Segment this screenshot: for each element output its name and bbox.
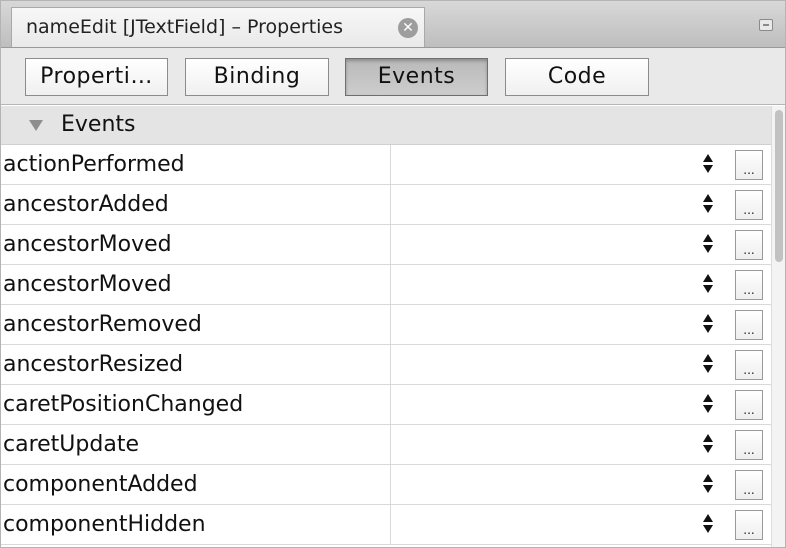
event-handler-field[interactable]: ... <box>391 505 763 544</box>
events-button[interactable]: Events <box>345 58 488 96</box>
event-handler-field[interactable]: ... <box>391 465 763 504</box>
event-name: caretPositionChanged <box>1 385 391 424</box>
up-down-arrows-icon[interactable] <box>701 272 715 296</box>
up-down-arrows-icon[interactable] <box>701 392 715 416</box>
event-name: ancestorAdded <box>1 185 391 224</box>
maximize-icon[interactable] <box>759 19 773 31</box>
event-handler-field[interactable]: ... <box>391 385 763 424</box>
close-icon[interactable]: ✕ <box>398 18 418 38</box>
up-down-arrows-icon[interactable] <box>701 512 715 536</box>
ellipsis-button[interactable]: ... <box>735 270 763 300</box>
tab-properties[interactable]: nameEdit [JTextField] – Properties ✕ <box>11 7 425 47</box>
code-button[interactable]: Code <box>505 58 649 96</box>
ellipsis-button[interactable]: ... <box>735 310 763 340</box>
ellipsis-button[interactable]: ... <box>735 150 763 180</box>
view-toolbar: Properti… Binding Events Code <box>1 48 785 105</box>
event-name: caretUpdate <box>1 425 391 464</box>
table-row[interactable]: actionPerformed ... <box>1 145 771 185</box>
event-handler-field[interactable]: ... <box>391 345 763 384</box>
scrollbar-thumb[interactable] <box>775 110 783 262</box>
event-handler-field[interactable]: ... <box>391 225 763 264</box>
ellipsis-button[interactable]: ... <box>735 350 763 380</box>
ellipsis-button[interactable]: ... <box>735 230 763 260</box>
event-name: ancestorRemoved <box>1 305 391 344</box>
table-row[interactable]: caretPositionChanged ... <box>1 385 771 425</box>
ellipsis-button[interactable]: ... <box>735 190 763 220</box>
up-down-arrows-icon[interactable] <box>701 472 715 496</box>
up-down-arrows-icon[interactable] <box>701 352 715 376</box>
event-handler-field[interactable]: ... <box>391 145 763 184</box>
triangle-down-icon[interactable] <box>29 120 43 131</box>
up-down-arrows-icon[interactable] <box>701 432 715 456</box>
tab-strip: nameEdit [JTextField] – Properties ✕ <box>1 1 785 48</box>
table-row[interactable]: componentAdded ... <box>1 465 771 505</box>
event-handler-field[interactable]: ... <box>391 265 763 304</box>
table-row[interactable]: ancestorMoved ... <box>1 265 771 305</box>
event-name: componentAdded <box>1 465 391 504</box>
ellipsis-button[interactable]: ... <box>735 510 763 540</box>
ellipsis-button[interactable]: ... <box>735 430 763 460</box>
up-down-arrows-icon[interactable] <box>701 192 715 216</box>
table-row[interactable]: caretUpdate ... <box>1 425 771 465</box>
up-down-arrows-icon[interactable] <box>701 152 715 176</box>
up-down-arrows-icon[interactable] <box>701 232 715 256</box>
properties-window: nameEdit [JTextField] – Properties ✕ Pro… <box>0 0 786 548</box>
tab-title: nameEdit [JTextField] – Properties <box>26 16 344 38</box>
event-handler-field[interactable]: ... <box>391 305 763 344</box>
properties-button[interactable]: Properti… <box>25 58 168 96</box>
event-table: actionPerformed ... ancestorAdded ... an… <box>1 145 771 547</box>
ellipsis-button[interactable]: ... <box>735 470 763 500</box>
table-row[interactable]: ancestorMoved ... <box>1 225 771 265</box>
events-section-header[interactable]: Events <box>1 106 771 145</box>
event-handler-field[interactable]: ... <box>391 425 763 464</box>
binding-button[interactable]: Binding <box>185 58 329 96</box>
event-name: ancestorMoved <box>1 265 391 304</box>
ellipsis-button[interactable]: ... <box>735 390 763 420</box>
event-name: componentHidden <box>1 505 391 544</box>
vertical-scrollbar[interactable] <box>771 106 785 547</box>
table-row[interactable]: ancestorResized ... <box>1 345 771 385</box>
table-row[interactable]: ancestorAdded ... <box>1 185 771 225</box>
section-title: Events <box>61 112 136 137</box>
table-row[interactable]: componentHidden ... <box>1 505 771 545</box>
event-name: actionPerformed <box>1 145 391 184</box>
event-name: ancestorMoved <box>1 225 391 264</box>
table-row[interactable]: ancestorRemoved ... <box>1 305 771 345</box>
event-handler-field[interactable]: ... <box>391 185 763 224</box>
up-down-arrows-icon[interactable] <box>701 312 715 336</box>
event-name: ancestorResized <box>1 345 391 384</box>
